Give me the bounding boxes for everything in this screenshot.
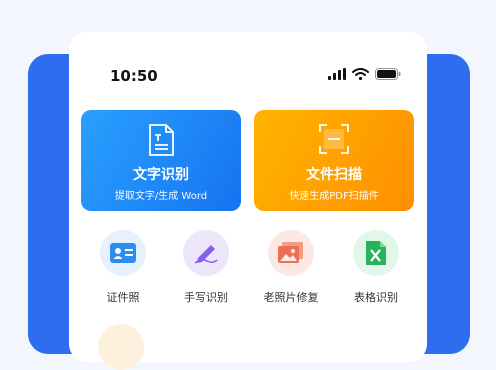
photo-icon (278, 242, 303, 263)
tool-icon-circle-partial (98, 324, 144, 370)
text-recognition-card[interactable]: 文字识别 提取文字/生成 Word (81, 110, 241, 211)
tool-label: 老照片修复 (263, 291, 319, 304)
card-subtitle: 提取文字/生成 Word (114, 191, 208, 202)
tool-id-photo[interactable]: 证件照 (93, 230, 153, 305)
tool-label: 手写识别 (184, 291, 228, 304)
pen-icon (194, 245, 218, 264)
tool-icon-circle (353, 230, 399, 276)
excel-icon (366, 241, 386, 265)
tool-icon-circle (268, 230, 314, 276)
phone-screen: 10:50 文字识别 提取文字/生成 Word 文件扫描 快速生成PDF扫描件 … (69, 32, 427, 370)
status-icons (328, 68, 401, 80)
tool-label: 表格识别 (354, 291, 398, 304)
tool-handwriting[interactable]: 手写识别 (176, 230, 236, 305)
scan-frame-icon (319, 124, 349, 154)
card-title: 文件扫描 (306, 167, 362, 183)
tool-table-recognition[interactable]: 表格识别 (346, 230, 406, 305)
tool-label: 证件照 (106, 291, 140, 304)
signal-icon (328, 68, 346, 80)
card-subtitle: 快速生成PDF扫描件 (289, 191, 379, 202)
battery-icon (375, 68, 401, 80)
id-card-icon (110, 243, 136, 263)
tool-icon-circle (100, 230, 146, 276)
wifi-icon (352, 68, 369, 80)
document-text-icon (149, 124, 174, 156)
status-time: 10:50 (110, 67, 158, 85)
card-title: 文字识别 (133, 167, 189, 183)
tool-icon-circle (183, 230, 229, 276)
file-scan-card[interactable]: 文件扫描 快速生成PDF扫描件 (254, 110, 414, 211)
tool-old-photo-restore[interactable]: 老照片修复 (261, 230, 321, 305)
